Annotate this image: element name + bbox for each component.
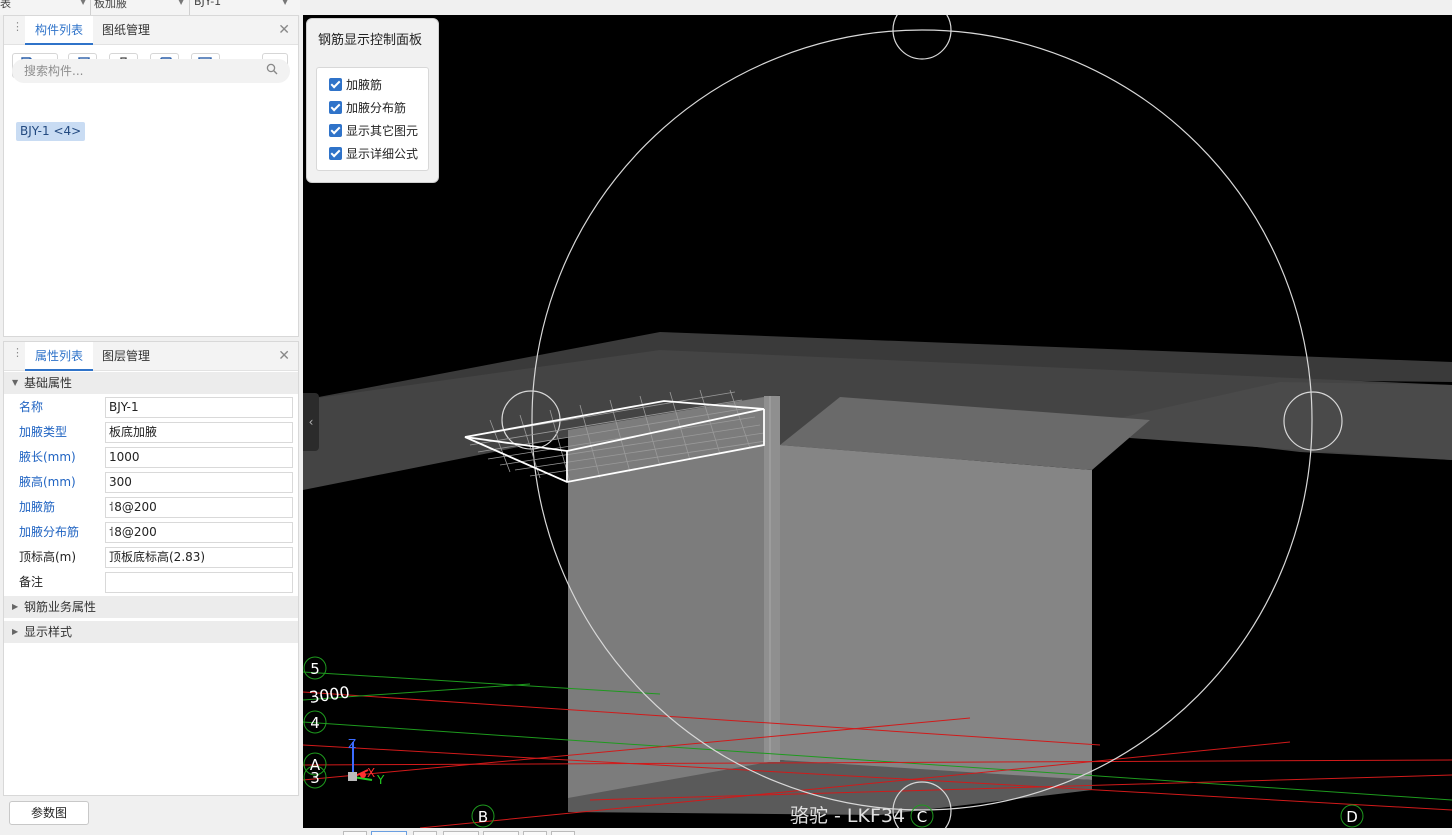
bottom-tool-button[interactable] <box>551 831 575 835</box>
checkbox-show-other-elements[interactable]: 显示其它图元 <box>329 122 418 140</box>
component-panel-tabbar: ⋮⋮ 构件列表 图纸管理 ✕ <box>4 16 298 45</box>
checkbox-haunch-rebar-label: 加腋筋 <box>346 78 383 92</box>
close-icon[interactable]: ✕ <box>278 22 290 38</box>
checkbox-haunch-rebar[interactable]: 加腋筋 <box>329 76 382 94</box>
doc-tab-2[interactable]: 板加腋 <box>94 0 127 11</box>
watermark-text: 骆驼 - LKF34 <box>790 805 905 827</box>
control-panel-options: 加腋筋 加腋分布筋 显示其它图元 显示详细公式 <box>316 67 429 171</box>
group-basic-properties[interactable]: ▼ 基础属性 <box>4 372 298 394</box>
doc-tab-3[interactable]: BJY-1 <box>194 0 221 8</box>
property-row: 备注 <box>4 570 298 595</box>
group-basic-label: 基础属性 <box>24 376 73 390</box>
bottom-tool-button[interactable] <box>483 831 519 835</box>
tab-drawing-management[interactable]: 图纸管理 <box>92 16 160 45</box>
checkbox-checked-icon[interactable] <box>329 101 342 114</box>
checkbox-show-detail-formula[interactable]: 显示详细公式 <box>329 145 418 163</box>
property-label-haunch-type: 加腋类型 <box>19 425 68 439</box>
axis-label-c: C <box>917 808 927 826</box>
property-label-name: 名称 <box>19 400 44 414</box>
property-label-haunch-rebar: 加腋筋 <box>19 500 56 514</box>
bottom-tool-button[interactable] <box>413 831 437 835</box>
drag-grip-icon[interactable]: ⋮⋮ <box>12 21 33 37</box>
control-panel-title: 钢筋显示控制面板 <box>318 33 423 48</box>
property-value-haunch-type[interactable]: 板底加腋 <box>105 422 293 443</box>
chevron-down-icon[interactable]: ▼ <box>80 0 86 6</box>
checkbox-checked-icon[interactable] <box>329 124 342 137</box>
property-value-name[interactable]: BJY-1 <box>105 397 293 418</box>
triangle-right-icon: ▶ <box>12 627 19 636</box>
checkbox-haunch-distribution-rebar[interactable]: 加腋分布筋 <box>329 99 406 117</box>
checkbox-checked-icon[interactable] <box>329 147 342 160</box>
parameter-diagram-button[interactable]: 参数图 <box>9 801 89 825</box>
tab-layer-management[interactable]: 图层管理 <box>92 342 160 371</box>
doc-tab-1[interactable]: 表 <box>0 0 11 11</box>
property-row: 加腋筋 ⸶8@200 <box>4 495 298 520</box>
property-list-panel: ⋮⋮ 属性列表 图层管理 ✕ ▼ 基础属性 名称 BJY-1 加腋类型 板底加腋… <box>3 341 299 796</box>
axis-y-label: Y <box>376 773 385 787</box>
property-panel-tabbar: ⋮⋮ 属性列表 图层管理 ✕ <box>4 342 298 371</box>
property-row: 顶标高(m) 顶板底标高(2.83) <box>4 545 298 570</box>
property-row: 加腋分布筋 ⸶8@200 <box>4 520 298 545</box>
dimension-label: 3000 <box>308 682 351 706</box>
rotate-handle-top <box>892 15 952 60</box>
property-value-haunch-length[interactable]: 1000 <box>105 447 293 468</box>
property-label-haunch-length: 腋长(mm) <box>19 450 76 464</box>
axis-label-5: 5 <box>310 660 320 678</box>
search-icon[interactable] <box>266 63 278 78</box>
property-label-remark: 备注 <box>19 575 44 589</box>
wall-front-face <box>780 445 1092 780</box>
tab-separator <box>189 0 190 15</box>
property-label-haunch-height: 腋高(mm) <box>19 475 76 489</box>
axis-label-b: B <box>478 808 488 826</box>
checkbox-haunch-distribution-label: 加腋分布筋 <box>346 101 407 115</box>
property-label-haunch-distribution-rebar: 加腋分布筋 <box>19 525 80 539</box>
component-list-panel: ⋮⋮ 构件列表 图纸管理 ✕ 搜索构件... BJY-1 <4> <box>3 15 299 337</box>
group-rebar-properties[interactable]: ▶ 钢筋业务属性 <box>4 596 298 618</box>
chevron-down-icon[interactable]: ▼ <box>282 0 288 6</box>
property-value-top-elevation[interactable]: 顶板底标高(2.83) <box>105 547 293 568</box>
triangle-down-icon: ▼ <box>12 378 19 387</box>
property-value-remark[interactable] <box>105 572 293 593</box>
wall-column-edge <box>764 396 780 762</box>
chevron-down-icon[interactable]: ▼ <box>178 0 184 6</box>
component-item-bjy-1[interactable]: BJY-1 <4> <box>16 122 86 141</box>
property-row: 名称 BJY-1 <box>4 395 298 420</box>
component-search-input[interactable] <box>12 59 290 83</box>
axis-x-label: X <box>367 766 375 780</box>
chevron-left-icon: ‹ <box>308 415 314 429</box>
bottom-tool-button[interactable] <box>523 831 547 835</box>
property-value-haunch-distribution-rebar[interactable]: ⸶8@200 <box>105 522 293 543</box>
property-value-haunch-height[interactable]: 300 <box>105 472 293 493</box>
3d-viewport[interactable]: 5 4 A 3 B C D 3000 Z X Y 骆驼 - LKF34 <box>303 15 1452 828</box>
checkbox-show-formula-label: 显示详细公式 <box>346 147 419 161</box>
group-display-label: 显示样式 <box>24 625 73 639</box>
property-row: 腋长(mm) 1000 <box>4 445 298 470</box>
property-row: 腋高(mm) 300 <box>4 470 298 495</box>
triangle-right-icon: ▶ <box>12 602 19 611</box>
axis-label-3: 3 <box>310 769 320 787</box>
drag-grip-icon[interactable]: ⋮⋮ <box>12 347 33 363</box>
group-display-style[interactable]: ▶ 显示样式 <box>4 621 298 643</box>
tab-component-list[interactable]: 构件列表 <box>25 16 94 45</box>
rebar-display-control-panel: 钢筋显示控制面板 加腋筋 加腋分布筋 显示其它图元 显示详细公式 <box>306 18 439 183</box>
tab-separator <box>90 0 91 15</box>
bottom-tool-button[interactable] <box>343 831 367 835</box>
bottom-tool-button[interactable] <box>443 831 479 835</box>
tab-property-list[interactable]: 属性列表 <box>25 342 94 371</box>
panel-collapse-handle[interactable]: ‹ <box>303 393 319 451</box>
viewport-bottom-toolbar <box>303 828 1452 835</box>
property-label-top-elevation: 顶标高(m) <box>19 550 77 564</box>
checkbox-checked-icon[interactable] <box>329 78 342 91</box>
bottom-tool-button[interactable] <box>371 831 407 835</box>
axis-z-label: Z <box>348 737 356 751</box>
axis-label-d: D <box>1346 808 1358 826</box>
property-value-haunch-rebar[interactable]: ⸶8@200 <box>105 497 293 518</box>
property-row: 加腋类型 板底加腋 <box>4 420 298 445</box>
axis-label-4: 4 <box>310 714 320 732</box>
group-rebar-label: 钢筋业务属性 <box>24 600 97 614</box>
checkbox-show-other-label: 显示其它图元 <box>346 124 419 138</box>
close-icon[interactable]: ✕ <box>278 348 290 364</box>
document-tab-strip: 表 ▼ 板加腋 ▼ BJY-1 ▼ <box>0 0 300 15</box>
3d-scene: 5 4 A 3 B C D 3000 Z X Y 骆驼 - LKF34 <box>303 15 1452 828</box>
